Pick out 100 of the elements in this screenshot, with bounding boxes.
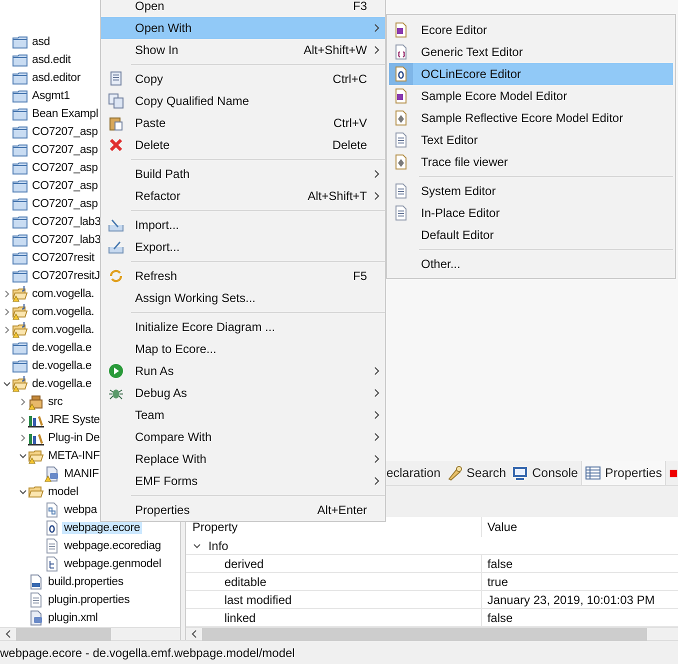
tree-item[interactable]: MANIF (62, 468, 101, 480)
file-icon (393, 88, 409, 104)
scroll-left-icon[interactable] (190, 629, 198, 639)
menu-item[interactable]: Text Editor (389, 129, 673, 151)
menu-item[interactable]: Import... (101, 214, 385, 236)
file-icon (393, 205, 409, 221)
tree-item[interactable]: de.vogella.e (30, 360, 94, 372)
tree-item[interactable]: src (46, 396, 65, 408)
monitor-icon (512, 465, 528, 481)
menu-item[interactable]: Ecore Editor (389, 19, 673, 41)
menu-item[interactable]: Refactor Alt+Shift+T (101, 185, 385, 207)
tree-item[interactable]: CO7207_asp (30, 144, 100, 156)
status-text: webpage.ecore - de.vogella.emf.webpage.model/model (0, 646, 295, 660)
tree-item[interactable]: build.properties (46, 576, 126, 588)
menu-item[interactable]: Copy Ctrl+C (101, 68, 385, 90)
panel-tab[interactable]: Search (444, 461, 510, 485)
menu-item[interactable]: Generic Text Editor (389, 41, 673, 63)
tree-item[interactable]: asd (30, 36, 52, 48)
menu-item[interactable]: Show In Alt+Shift+W (101, 39, 385, 61)
menu-item[interactable]: Sample Reflective Ecore Model Editor (389, 107, 673, 129)
menu-item[interactable]: In-Place Editor (389, 202, 673, 224)
tree-item[interactable]: com.vogella. (30, 288, 96, 300)
column-header: Value (486, 520, 518, 534)
chevron-icon[interactable] (2, 307, 12, 317)
scrollbar[interactable] (186, 627, 678, 640)
menu-item[interactable]: Compare With (101, 426, 385, 448)
group-label: Info (208, 538, 228, 552)
tree-item[interactable]: plugin.xml (46, 612, 100, 624)
tree-item[interactable]: webpage.ecorediag (62, 540, 163, 552)
tree-item[interactable]: CO7207_lab3 (30, 234, 103, 246)
tree-item[interactable]: asd.editor (30, 72, 83, 84)
chevron-icon[interactable] (18, 415, 28, 425)
menu-item[interactable]: EMF Forms (101, 470, 385, 492)
scrollbar[interactable] (0, 627, 180, 640)
chevron-icon[interactable] (2, 325, 12, 335)
menu-item[interactable]: Map to Ecore... (101, 338, 385, 360)
table-cell: linked (186, 609, 482, 626)
menu-item[interactable]: Initialize Ecore Diagram ... (101, 316, 385, 338)
file-icon (393, 22, 409, 38)
tree-item[interactable]: META-INF (46, 450, 102, 462)
menu-item[interactable]: Build Path (101, 163, 385, 185)
tree-item[interactable]: webpage.ecore (62, 522, 142, 534)
panel-tab[interactable]: Console (509, 461, 582, 485)
scroll-left-icon[interactable] (4, 629, 12, 639)
menu-item[interactable]: Default Editor (389, 224, 673, 246)
menu-item[interactable]: Other... (389, 253, 673, 275)
panel-tab[interactable]: Properties (581, 461, 666, 485)
chevron-icon[interactable] (18, 451, 28, 461)
menu-item[interactable]: Replace With (101, 448, 385, 470)
file-icon (393, 44, 409, 60)
tree-item[interactable]: com.vogella. (30, 306, 96, 318)
table-cell-text: January 23, 2019, 10:01:03 PM (486, 592, 655, 606)
tree-item[interactable]: webpa (62, 504, 99, 516)
tree-item[interactable]: CO7207_asp (30, 126, 100, 138)
chevron-icon[interactable] (18, 433, 28, 443)
tree-item[interactable]: com.vogella. (30, 324, 96, 336)
menu-item[interactable]: Run As (101, 360, 385, 382)
tree-item[interactable]: CO7207_asp (30, 180, 100, 192)
menu-item[interactable]: Sample Ecore Model Editor (389, 85, 673, 107)
tree-item[interactable]: CO7207_lab3 (30, 216, 103, 228)
tree-item[interactable]: CO7207_asp (30, 198, 100, 210)
menu-item[interactable]: Team (101, 404, 385, 426)
menu-item[interactable]: System Editor (389, 180, 673, 202)
tree-item[interactable]: CO7207resitJ (30, 270, 102, 282)
file-icon (393, 183, 409, 199)
menu-item[interactable]: Copy Qualified Name (101, 90, 385, 112)
tree-item[interactable]: webpage.genmodel (62, 558, 164, 570)
tree-item[interactable]: plugin.properties (46, 594, 132, 606)
menu-item[interactable]: Refresh F5 (101, 265, 385, 287)
menu-item[interactable]: Assign Working Sets... (101, 287, 385, 309)
import-icon (108, 217, 124, 233)
chevron-icon[interactable] (18, 397, 28, 407)
chevron-icon[interactable] (2, 379, 12, 389)
tree-item[interactable]: Bean Exampl (30, 108, 100, 120)
play-icon (108, 363, 124, 379)
copy-icon (108, 71, 124, 87)
table-cell-text: false (486, 610, 513, 624)
panel-tab[interactable]: eclaration (383, 461, 444, 485)
tree-item[interactable]: de.vogella.e (30, 378, 94, 390)
export-icon (108, 239, 124, 255)
tree-item[interactable]: model (46, 486, 80, 498)
menu-item[interactable]: Export... (101, 236, 385, 258)
tree-item[interactable]: Plug-in De (46, 432, 102, 444)
chevron-icon[interactable] (18, 487, 28, 497)
tree-item[interactable]: asd.edit (30, 54, 73, 66)
refresh-icon (108, 268, 124, 284)
menu-item[interactable]: Paste Ctrl+V (101, 112, 385, 134)
menu-item[interactable]: Delete Delete (101, 134, 385, 156)
chevron-icon[interactable] (2, 289, 12, 299)
menu-item[interactable]: Open F3 (101, 0, 385, 17)
menu-item[interactable]: Open With (101, 17, 385, 39)
flashlight-icon (446, 465, 463, 481)
tree-item[interactable]: de.vogella.e (30, 342, 94, 354)
tree-item[interactable]: CO7207resit (30, 252, 96, 264)
tree-item[interactable]: Asgmt1 (30, 90, 72, 102)
tree-item[interactable]: CO7207_asp (30, 162, 100, 174)
menu-item[interactable]: OCLinEcore Editor (389, 63, 673, 85)
menu-item[interactable]: Trace file viewer (389, 151, 673, 173)
tree-item[interactable]: JRE Syste (46, 414, 102, 426)
menu-item[interactable]: Debug As (101, 382, 385, 404)
